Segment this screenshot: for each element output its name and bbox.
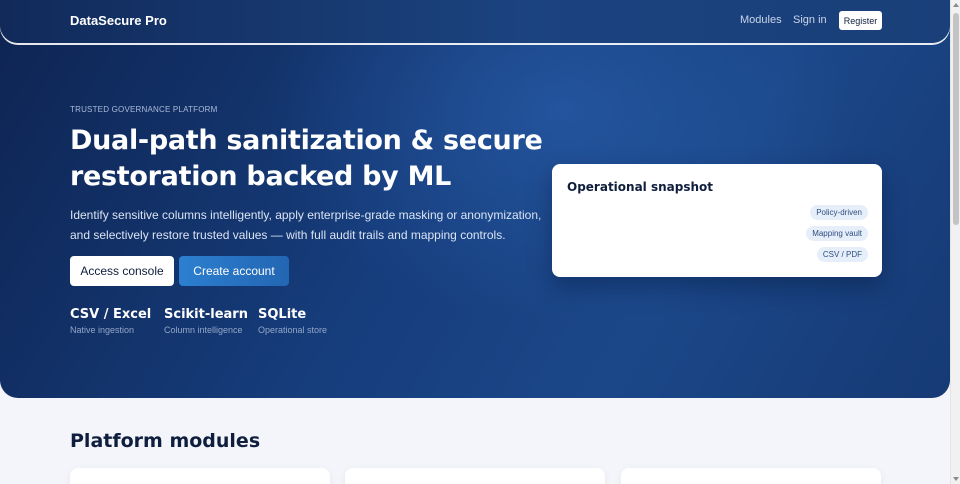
stat-title: Scikit-learn [164,307,248,322]
chip-csv-pdf: CSV / PDF [816,247,868,262]
module-card [345,468,605,484]
stat-title: CSV / Excel [70,307,152,322]
platform-modules-heading: Platform modules [70,430,261,452]
hero-title: Dual-path sanitization & secure restorat… [70,125,543,192]
module-card [621,468,881,484]
access-console-button[interactable]: Access console [70,256,174,286]
stat-title: SQLite [258,307,307,322]
create-account-button[interactable]: Create account [179,256,289,286]
hero-description: Identify sensitive columns intelligently… [70,208,542,242]
stat-sqlite: SQLite Operational store [258,307,327,335]
page-scrollbar[interactable] [950,0,960,484]
nav-link-modules[interactable]: Modules [740,14,782,26]
hero-section: TRUSTED GOVERNANCE PLATFORM Dual-path sa… [0,0,950,398]
stat-subtitle: Column intelligence [164,325,243,335]
stat-subtitle: Operational store [258,325,328,335]
scroll-down-icon[interactable] [953,477,959,481]
stat-csv-excel: CSV / Excel Native ingestion [70,307,151,335]
stat-subtitle: Native ingestion [70,325,135,335]
top-navbar: DataSecure Pro Modules Sign in Register [0,0,950,43]
brand-logo[interactable]: DataSecure Pro [70,13,167,28]
scroll-up-icon[interactable] [953,3,959,7]
snapshot-title: Operational snapshot [567,180,714,194]
chip-mapping-vault: Mapping vault [806,226,868,241]
operational-snapshot-card: Operational snapshot Policy-driven Mappi… [552,164,882,277]
scrollbar-thumb[interactable] [953,13,959,225]
chip-policy-driven: Policy-driven [810,205,868,220]
page: TRUSTED GOVERNANCE PLATFORM Dual-path sa… [0,0,950,484]
module-card [70,468,330,484]
nav-link-sign-in[interactable]: Sign in [793,14,827,26]
hero-eyebrow: TRUSTED GOVERNANCE PLATFORM [70,105,218,114]
stat-scikit-learn: Scikit-learn Column intelligence [164,307,248,335]
register-button[interactable]: Register [839,11,882,30]
